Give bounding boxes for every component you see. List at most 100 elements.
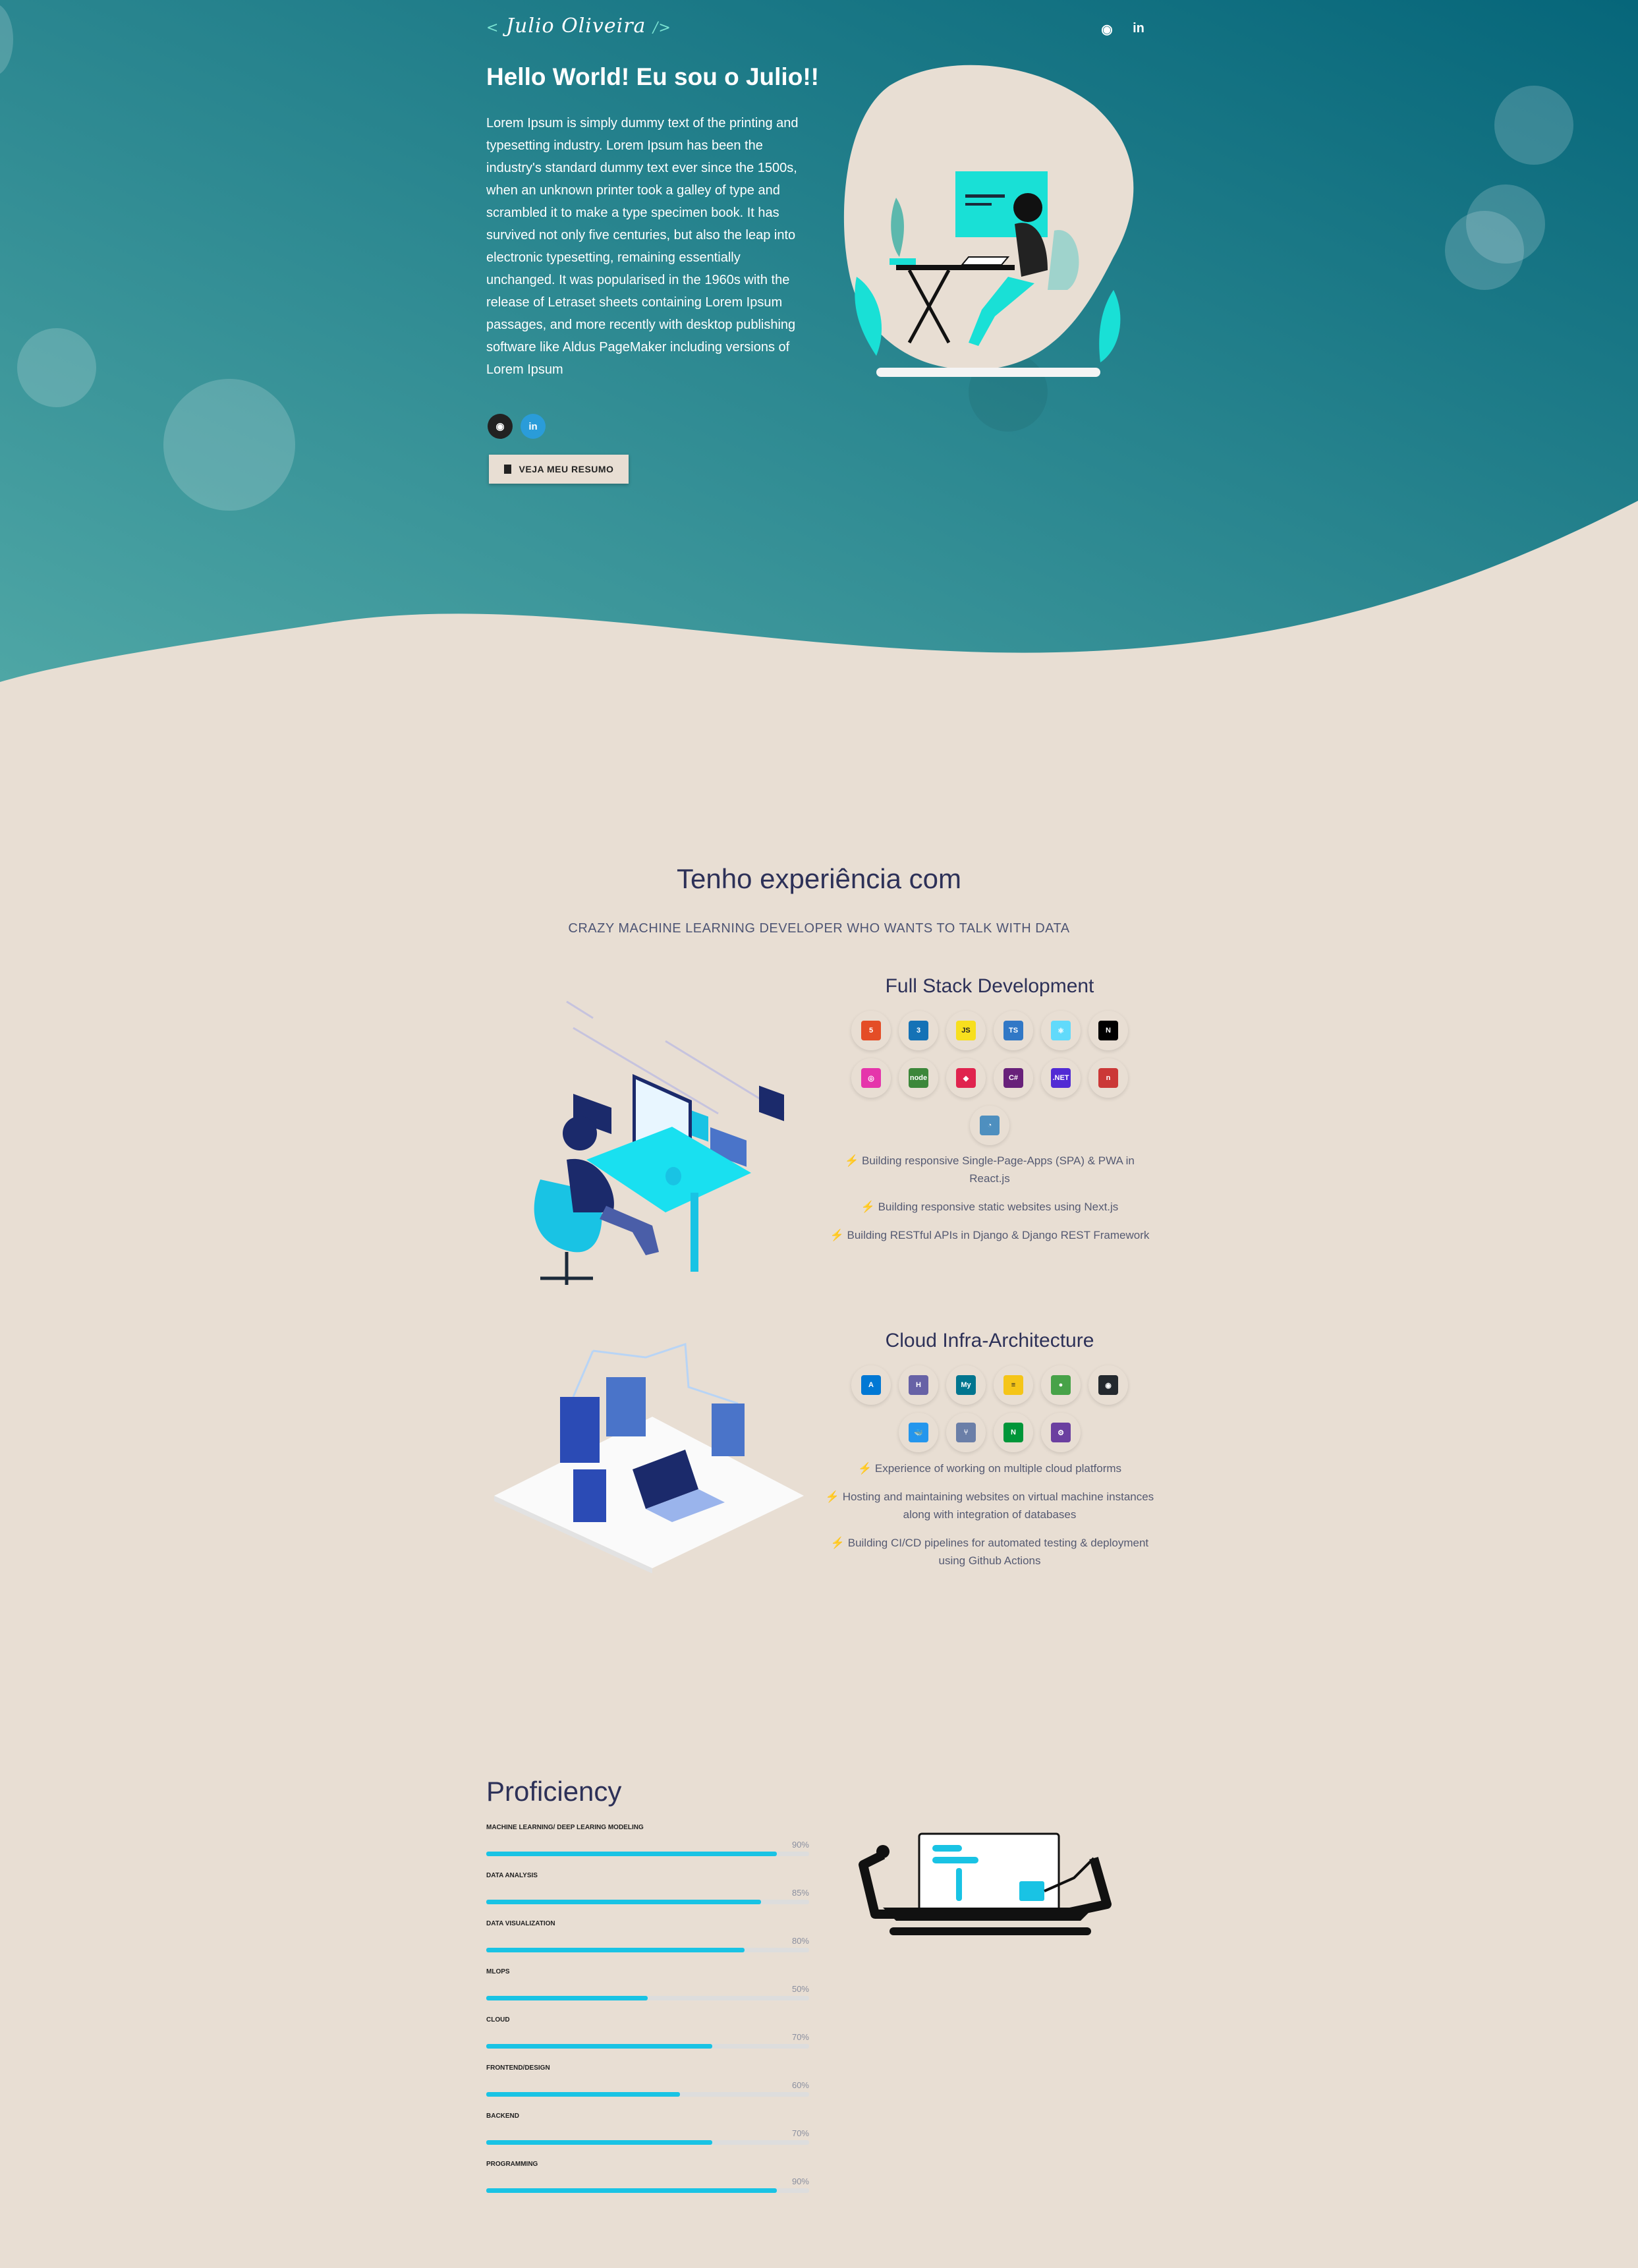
tech-glyph: .NET (1051, 1068, 1071, 1088)
robot-arm-screen-illustration (859, 1832, 1112, 1935)
csharp-icon: C# (994, 1058, 1033, 1098)
progress-track (486, 1948, 809, 1952)
progress-track (486, 2044, 809, 2049)
linkedin-link-button[interactable]: in (521, 414, 546, 439)
fullstack-bullets: ⚡ Building responsive Single-Page-Apps (… (825, 1152, 1154, 1255)
dotnet-icon: .NET (1041, 1058, 1081, 1098)
proficiency-bar-row: DATA VISUALIZATION 80% (486, 1920, 809, 1960)
lightning-icon: ⚡ (825, 1490, 839, 1503)
proficiency-title: Proficiency (486, 1776, 622, 1807)
logo-text: Julio Oliveira (505, 14, 646, 38)
resume-button[interactable]: VEJA MEU RESUMO (489, 455, 629, 484)
tech-glyph: ◔ (980, 1116, 1000, 1135)
github-icon: ◉ (495, 421, 505, 432)
tech-glyph: A (861, 1375, 881, 1395)
proficiency-label: MACHINE LEARNING/ DEEP LEARING MODELING (486, 1824, 644, 1831)
html5-icon: 5 (851, 1011, 891, 1050)
progress-fill (486, 1852, 777, 1856)
hero-wave-background (0, 0, 1638, 682)
progress-track (486, 2188, 809, 2193)
proficiency-bar-row: MLOPS 50% (486, 1968, 809, 2008)
proficiency-bar-row: DATA ANALYSIS 85% (486, 1872, 809, 1912)
github-icon[interactable]: ◉ (1099, 21, 1115, 38)
azure-icon: A (851, 1365, 891, 1405)
progress-track (486, 1852, 809, 1856)
tech-glyph: H (909, 1375, 928, 1395)
proficiency-bar-row: FRONTEND/DESIGN 60% (486, 2064, 809, 2104)
nestjs-icon: ◆ (946, 1058, 986, 1098)
progress-fill (486, 1900, 761, 1904)
experience-subtitle: CRAZY MACHINE LEARNING DEVELOPER WHO WAN… (568, 921, 1070, 936)
proficiency-label: DATA ANALYSIS (486, 1872, 538, 1879)
tech-glyph: TS (1003, 1021, 1023, 1040)
proficiency-percent: 90% (791, 2176, 809, 2186)
decor-bubble (1445, 211, 1524, 290)
javascript-icon: JS (946, 1011, 986, 1050)
mongodb-icon: ● (1041, 1365, 1081, 1405)
decor-bubble (17, 328, 96, 407)
decor-bubble (163, 379, 295, 511)
tech-glyph: ⚛ (1051, 1021, 1071, 1040)
proficiency-percent: 70% (791, 2032, 809, 2042)
decor-bubble (1494, 86, 1573, 165)
postman-icon: ⚙ (1041, 1413, 1081, 1452)
proficiency-percent: 50% (791, 1984, 809, 1994)
tech-glyph: node (909, 1068, 928, 1088)
resume-button-label: VEJA MEU RESUMO (519, 464, 614, 474)
cloud-bullet: ⚡ Building CI/CD pipelines for automated… (830, 1537, 1149, 1567)
fullstack-tech-icons: 5 3 JS TS ⚛ N ◎ node ◆ C# .NET n ◔ (845, 1011, 1135, 1145)
experience-title: Tenho experiência com (677, 863, 961, 894)
linkedin-icon: in (528, 420, 538, 432)
progress-track (486, 1900, 809, 1904)
proficiency-percent: 70% (791, 2128, 809, 2138)
mysql-icon: My (946, 1365, 986, 1405)
logo-bracket-open: < (486, 20, 499, 36)
cloud-bullets: ⚡ Experience of working on multiple clou… (825, 1460, 1154, 1580)
tech-glyph: ≡ (1003, 1375, 1023, 1395)
progress-fill (486, 2044, 712, 2049)
proficiency-percent: 80% (791, 1936, 809, 1946)
cloud-tech-icons: A H My ≡ ● ◉ 🐳 ⑂ N ⚙ (845, 1365, 1135, 1452)
github-link-button[interactable]: ◉ (488, 414, 513, 439)
cloud-title: Cloud Infra-Architecture (885, 1330, 1094, 1351)
progress-fill (486, 2140, 712, 2145)
heroku-icon: H (899, 1365, 938, 1405)
lightning-icon: ⚡ (857, 1462, 872, 1475)
lightning-icon: ⚡ (861, 1201, 875, 1213)
tech-glyph: My (956, 1375, 976, 1395)
proficiency-label: FRONTEND/DESIGN (486, 2064, 550, 2072)
nextjs-icon: N (1088, 1011, 1128, 1050)
proficiency-label: BACKEND (486, 2112, 519, 2120)
tech-glyph: 5 (861, 1021, 881, 1040)
npm-icon: n (1088, 1058, 1128, 1098)
tech-glyph: ⑂ (956, 1423, 976, 1442)
tech-glyph: JS (956, 1021, 976, 1040)
tech-glyph: ⚙ (1051, 1423, 1071, 1442)
proficiency-label: CLOUD (486, 2016, 510, 2024)
css3-icon: 3 (899, 1011, 938, 1050)
react-icon: ⚛ (1041, 1011, 1081, 1050)
header-social-links: ◉ in (1099, 21, 1146, 38)
proficiency-bar-row: CLOUD 70% (486, 2016, 809, 2056)
proficiency-bar-row: MACHINE LEARNING/ DEEP LEARING MODELING 9… (486, 1824, 809, 1863)
developer-at-desk-illustration (843, 65, 1134, 377)
fullstack-bullet: ⚡ Building responsive Single-Page-Apps (… (845, 1154, 1135, 1185)
progress-fill (486, 2092, 680, 2097)
tech-glyph: 3 (909, 1021, 928, 1040)
progress-track (486, 2140, 809, 2145)
linkedin-icon[interactable]: in (1131, 21, 1146, 38)
fullstack-bullet: ⚡ Building responsive static websites us… (861, 1201, 1119, 1213)
proficiency-bar-row: BACKEND 70% (486, 2112, 809, 2152)
site-logo[interactable]: < Julio Oliveira /> (486, 14, 671, 38)
proficiency-percent: 90% (791, 1840, 809, 1850)
nginx-icon: N (994, 1413, 1033, 1452)
proficiency-percent: 85% (791, 1888, 809, 1898)
docker-icon: 🐳 (899, 1413, 938, 1452)
cloud-infrastructure-illustration (494, 1342, 804, 1573)
hero-section: < Julio Oliveira /> ◉ in Hello World! Eu… (0, 0, 1638, 685)
hero-greeting: Hello World! Eu sou o Julio!! (486, 63, 819, 90)
database-icon: ≡ (994, 1365, 1033, 1405)
cloud-bullet: ⚡ Hosting and maintaining websites on vi… (825, 1490, 1154, 1521)
lightning-icon: ⚡ (830, 1537, 845, 1549)
logo-bracket-close: /> (652, 20, 671, 36)
